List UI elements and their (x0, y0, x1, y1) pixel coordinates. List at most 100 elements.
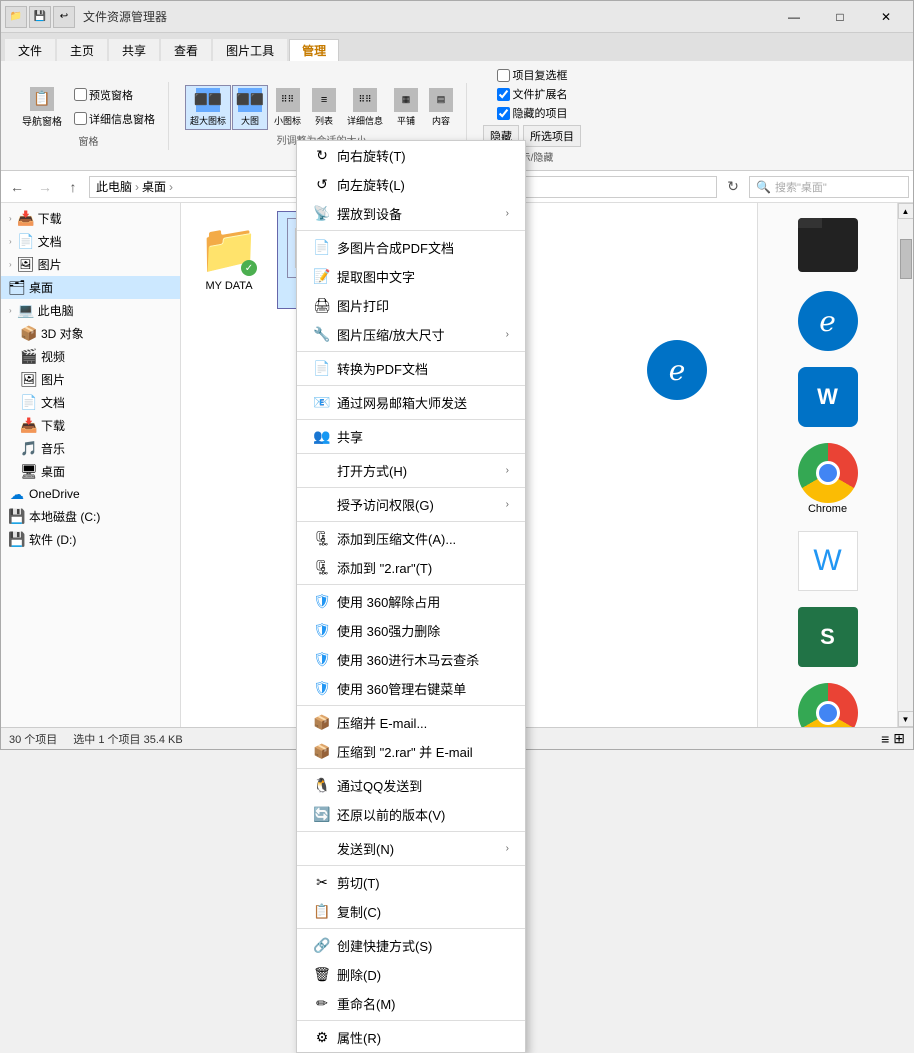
menu-extract-text[interactable]: 📝 提取图中文字 (297, 262, 525, 291)
view-list-btn[interactable]: ≡ (881, 730, 889, 747)
hide-selected-button[interactable]: 所选项目 (523, 125, 581, 147)
sidebar-item-pictures2[interactable]: 🖼 图片 (1, 368, 180, 391)
menu-copy[interactable]: 📋 复制(C) (297, 897, 525, 926)
tab-home[interactable]: 主页 (57, 39, 107, 61)
sidebar-item-3d[interactable]: 📦 3D 对象 (1, 322, 180, 345)
scroll-down-btn[interactable]: ▼ (898, 711, 914, 727)
menu-send-to[interactable]: 发送到(N) › (297, 834, 525, 863)
right-item-black-folder[interactable] (762, 211, 893, 279)
menu-delete[interactable]: 🗑 删除(D) (297, 960, 525, 989)
menu-open-with[interactable]: 打开方式(H) › (297, 456, 525, 485)
right-item-wps-sheet[interactable]: S (762, 603, 893, 671)
menu-rotate-right[interactable]: ↻ 向右旋转(T) (297, 141, 525, 170)
sidebar-item-docs2[interactable]: 📄 文档 (1, 391, 180, 414)
menu-compress-image[interactable]: 🔧 图片压缩/放大尺寸 › (297, 320, 525, 349)
view-grid-btn[interactable]: ⊞ (893, 730, 905, 747)
menu-properties[interactable]: ⚙ 属性(R) (297, 1023, 525, 1052)
hidden-label: 隐藏的项目 (497, 105, 568, 121)
ribbon-btn-small-icons[interactable]: ⠿⠿ 小图标 (269, 85, 306, 130)
close-button[interactable]: ✕ (863, 1, 909, 33)
maximize-button[interactable]: □ (817, 1, 863, 33)
menu-shortcut[interactable]: 🔗 创建快捷方式(S) (297, 931, 525, 960)
sidebar-item-pictures[interactable]: › 🖼 图片 (1, 253, 180, 276)
tab-picture-tools[interactable]: 图片工具 (213, 39, 287, 61)
menu-send-to-device[interactable]: 📡 摆放到设备 › (297, 199, 525, 228)
menu-share[interactable]: 👥 共享 (297, 422, 525, 451)
menu-zip-email[interactable]: 📦 压缩并 E-mail... (297, 708, 525, 737)
menu-zip-rar-email[interactable]: 📦 压缩到 "2.rar" 并 E-mail (297, 737, 525, 766)
menu-print[interactable]: 🖨 图片打印 (297, 291, 525, 320)
file-item-ie[interactable]: ℯ (637, 333, 717, 407)
sidebar-item-music[interactable]: 🎵 音乐 (1, 437, 180, 460)
sidebar-item-onedrive[interactable]: ☁ OneDrive (1, 483, 180, 505)
file-item-mydata[interactable]: 📁 ✓ MY DATA (189, 211, 269, 309)
ext-label: 文件扩展名 (497, 86, 568, 102)
right-chrome-label: Chrome (808, 503, 847, 515)
scrollbar[interactable]: ▲ ▼ (897, 203, 913, 727)
sidebar-item-localc[interactable]: 💾 本地磁盘 (C:) (1, 505, 180, 528)
window-controls: — □ ✕ (771, 1, 909, 33)
tab-share[interactable]: 共享 (109, 39, 159, 61)
menu-rename[interactable]: ✏ 重命名(M) (297, 989, 525, 1018)
tab-view[interactable]: 查看 (161, 39, 211, 61)
menu-cut[interactable]: ✂ 剪切(T) (297, 868, 525, 897)
restore-icon: 🔄 (313, 806, 331, 824)
menu-360-scan[interactable]: 🛡 使用 360进行木马云查杀 (297, 645, 525, 674)
ribbon-btn-details[interactable]: ⠿⠿ 详细信息 (342, 85, 388, 130)
sidebar-item-documents[interactable]: › 📄 文档 (1, 230, 180, 253)
ribbon-btn-detail[interactable]: 详细信息窗格 (69, 108, 160, 130)
ribbon-btn-list[interactable]: ≡ 列表 (307, 85, 341, 130)
right-item-ie[interactable]: ℯ (762, 287, 893, 355)
sidebar-item-desk2[interactable]: 🖥 桌面 (1, 460, 180, 483)
ribbon-btn-content[interactable]: ▤ 内容 (424, 85, 458, 130)
minimize-button[interactable]: — (771, 1, 817, 33)
tab-manage[interactable]: 管理 (289, 39, 339, 61)
sidebar-item-locals[interactable]: 💾 软件 (D:) (1, 528, 180, 551)
refresh-button[interactable]: ↻ (721, 175, 745, 199)
menu-360-remove[interactable]: 🛡 使用 360解除占用 (297, 587, 525, 616)
forward-button[interactable]: → (33, 175, 57, 199)
menu-to-pdf[interactable]: 📄 转换为PDF文档 (297, 354, 525, 383)
scroll-thumb[interactable] (900, 239, 912, 279)
ext-checkbox[interactable] (497, 88, 510, 101)
up-button[interactable]: ↑ (61, 175, 85, 199)
menu-add-rar[interactable]: 🗜 添加到 "2.rar"(T) (297, 553, 525, 582)
detail-checkbox[interactable] (74, 112, 87, 125)
ribbon-btn-big-icons[interactable]: ⬛⬛ 大图 (232, 85, 268, 130)
menu-merge-pdf[interactable]: 📄 多图片合成PDF文档 (297, 233, 525, 262)
ribbon-btn-tile[interactable]: ▦ 平铺 (389, 85, 423, 130)
scroll-up-btn[interactable]: ▲ (898, 203, 914, 219)
menu-add-zip[interactable]: 🗜 添加到压缩文件(A)... (297, 524, 525, 553)
sidebar-item-videos[interactable]: 🎬 视频 (1, 345, 180, 368)
ribbon-btn-nav-pane[interactable]: 📋 导航窗格 (17, 84, 67, 131)
hidden-checkbox[interactable] (497, 107, 510, 120)
menu-360-delete[interactable]: 🛡 使用 360强力删除 (297, 616, 525, 645)
quick-access-icon[interactable]: 💾 (29, 6, 51, 28)
sidebar-item-download2[interactable]: 📥 下载 (1, 414, 180, 437)
menu-restore[interactable]: 🔄 还原以前的版本(V) (297, 800, 525, 829)
compress-image-arrow: › (506, 329, 509, 340)
undo-icon[interactable]: ↩ (53, 6, 75, 28)
menu-access[interactable]: 授予访问权限(G) › (297, 490, 525, 519)
delete-icon: 🗑 (313, 966, 331, 984)
preview-checkbox[interactable] (74, 88, 87, 101)
menu-qq-send[interactable]: 🐧 通过QQ发送到 (297, 771, 525, 800)
ribbon-btn-preview[interactable]: 预览窗格 (69, 84, 160, 106)
right-item-chrome2[interactable] (762, 679, 893, 727)
sidebar-item-desktop[interactable]: 🗂 桌面 (1, 276, 180, 299)
right-item-wps-word2[interactable]: W (762, 527, 893, 595)
tab-file[interactable]: 文件 (5, 39, 55, 61)
sidebar-item-computer[interactable]: › 💻 此电脑 (1, 299, 180, 322)
search-icon: 🔍 (756, 180, 771, 194)
menu-send-email[interactable]: 📧 通过网易邮箱大师发送 (297, 388, 525, 417)
ribbon-btn-large-icons[interactable]: ⬛⬛ 超大图标 (185, 85, 231, 130)
multiselect-label: 项目复选框 (497, 67, 568, 83)
right-item-chrome[interactable]: Chrome (762, 439, 893, 519)
right-item-wps-blue[interactable]: W (762, 363, 893, 431)
menu-360-menu[interactable]: 🛡 使用 360管理右键菜单 (297, 674, 525, 703)
search-box[interactable]: 🔍 搜索"桌面" (749, 176, 909, 198)
back-button[interactable]: ← (5, 175, 29, 199)
multiselect-checkbox[interactable] (497, 69, 510, 82)
sidebar-item-download[interactable]: › 📥 下载 (1, 207, 180, 230)
menu-rotate-left[interactable]: ↺ 向左旋转(L) (297, 170, 525, 199)
